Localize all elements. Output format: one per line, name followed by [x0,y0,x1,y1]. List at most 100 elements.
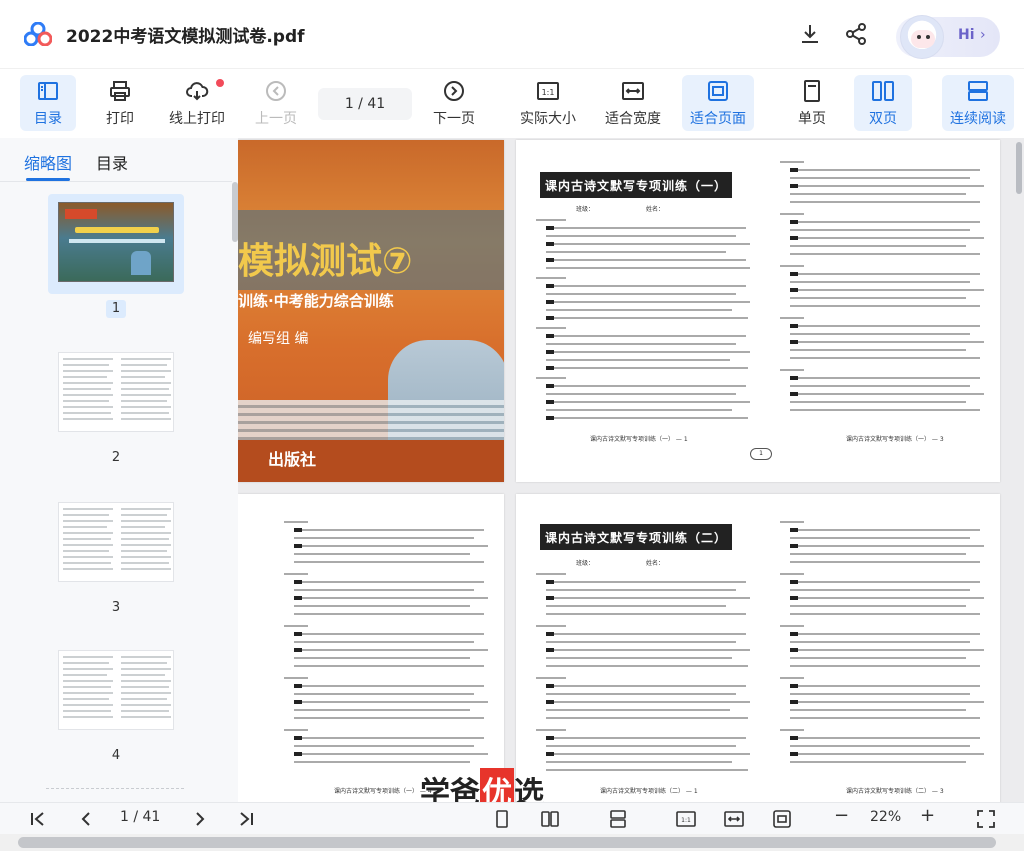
online-print-label: 线上打印 [169,111,225,127]
tab-toc[interactable]: 目录 [96,150,128,174]
thumbnail-page-3[interactable] [58,502,174,582]
worksheet-2-class-label: 班级： [576,560,595,567]
assistant-label: Hi [958,27,975,43]
thumbnail-number-1: 1 [106,300,126,318]
double-page-label: 双页 [869,111,897,127]
svg-text:1:1: 1:1 [681,817,691,824]
worksheet-page-1: 课内古诗文默写专项训练（一） 班级： 姓名： 课内古诗文默写专项训练（一） — … [516,140,1000,482]
actual-size-view-icon[interactable]: 1:1 [676,809,696,829]
prev-page-button[interactable]: 上一页 [248,75,304,131]
fit-page-view-icon[interactable] [772,809,792,829]
bottom-navigation-bar: 1 / 41 1:1 − 22% + [0,802,1024,834]
thumbnail-page-1[interactable] [58,202,174,282]
thumbnail-sidebar: 缩略图 目录 1 2 3 4 [0,138,238,802]
double-page-button[interactable]: 双页 [854,75,912,131]
last-page-icon[interactable] [236,809,256,829]
toc-label: 目录 [34,111,62,127]
worksheet-1-right-text [780,161,984,411]
tab-thumbnails[interactable]: 缩略图 [24,150,72,174]
next-page-label: 下一页 [433,111,475,127]
thumbnail-placeholder [46,788,184,802]
continuous-read-icon [968,81,988,101]
cover-subtitle: 训练·中考能力综合训练 [238,292,394,310]
next-page-button[interactable]: 下一页 [426,75,482,131]
worksheet-1-class-label: 班级： [576,206,595,213]
prev-circle-icon [266,81,286,101]
first-page-icon[interactable] [28,809,48,829]
thumbnail-number-3: 3 [111,600,121,615]
content-scrollbar[interactable] [1016,142,1022,194]
share-icon[interactable] [844,22,868,46]
fit-page-label: 适合页面 [690,111,746,127]
zoom-level[interactable]: 22% [870,809,901,825]
double-page-view-icon[interactable] [540,809,560,829]
prev-page-icon[interactable] [76,809,96,829]
worksheet-1-page-marker: 1 [750,448,772,460]
cover-publisher: 出版社 [268,450,317,469]
toolbar: 目录 打印 线上打印 上一页 下一页 1:1 实际大小 适合宽度 适合页面 单页… [0,68,1024,138]
worksheet-1-name-label: 姓名： [646,206,665,213]
document-viewport: 模拟测试⑦ 训练·中考能力综合训练 编写组 编 出版社 课内古诗文默写专项训练（… [238,138,1024,802]
fit-width-icon [622,82,644,100]
document-title: 2022中考语文模拟测试卷.pdf [66,27,305,47]
zoom-out-button[interactable]: − [834,805,849,826]
chevron-right-icon: › [980,27,986,43]
page-indicator-text: 1 / 41 [344,96,386,112]
sidebar-tabs: 缩略图 目录 [0,138,232,182]
sidebar-icon [38,82,58,100]
worksheet-1-footer: 课内古诗文默写专项训练（一） — 1 [590,436,688,443]
worksheet-2-title: 课内古诗文默写专项训练（二） [540,524,732,550]
thumbnail-number-4: 4 [111,748,121,763]
assistant-button[interactable]: Hi › [896,15,1000,59]
worksheet-2-left-text [536,573,750,771]
active-tab-indicator [26,178,70,181]
thumbnail-page-4[interactable] [58,650,174,730]
horizontal-scrollbar[interactable] [0,834,1024,851]
next-circle-icon [444,81,464,101]
thumbnail-page-2[interactable] [58,352,174,432]
cloud-print-icon [186,82,209,101]
worksheet-1-title: 课内古诗文默写专项训练（一） [540,172,732,198]
print-label: 打印 [106,111,134,127]
worksheet-2-footer-right: 课内古诗文默写专项训练（二） — 3 [846,788,944,795]
cover-title: 模拟测试⑦ [238,241,413,282]
cover-bench-image [238,400,504,440]
worksheet-left-footer: 课内古诗文默写专项训练（一） — 4 [334,788,432,795]
continuous-read-label: 连续阅读 [950,111,1006,127]
title-bar: 2022中考语文模拟测试卷.pdf Hi › [0,0,1024,68]
worksheet-page-2: 课内古诗文默写专项训练（二） 班级： 姓名： 课内古诗文默写专项训练（二） — … [516,494,1000,802]
actual-size-button[interactable]: 1:1 实际大小 [514,75,582,131]
fullscreen-icon[interactable] [976,809,996,829]
fit-page-icon [708,81,728,101]
print-button[interactable]: 打印 [92,75,148,131]
fit-page-button[interactable]: 适合页面 [682,75,754,131]
worksheet-2-footer: 课内古诗文默写专项训练（二） — 1 [600,788,698,795]
bottom-page-indicator[interactable]: 1 / 41 [120,809,160,825]
fit-width-view-icon[interactable] [724,809,744,829]
worksheet-1-footer-right: 课内古诗文默写专项训练（一） — 3 [846,436,944,443]
single-page-view-icon[interactable] [492,809,512,829]
single-page-button[interactable]: 单页 [786,75,838,131]
notification-dot [216,79,224,87]
next-page-icon[interactable] [190,809,210,829]
worksheet-left-text [284,521,488,763]
printer-icon [110,81,130,101]
continuous-view-icon[interactable] [608,809,628,829]
zoom-in-button[interactable]: + [920,805,935,826]
horizontal-scrollbar-thumb[interactable] [18,837,996,848]
download-icon[interactable] [798,22,822,46]
single-page-label: 单页 [798,111,826,127]
worksheet-2-right-text [780,521,984,763]
assistant-avatar-icon [900,15,944,59]
actual-size-icon: 1:1 [537,82,559,100]
continuous-read-button[interactable]: 连续阅读 [942,75,1014,131]
single-page-icon [804,80,820,102]
worksheet-1-left-text [536,219,750,420]
page-indicator-box[interactable]: 1 / 41 [318,88,412,120]
prev-page-label: 上一页 [255,111,297,127]
actual-size-label: 实际大小 [520,111,576,127]
fit-width-button[interactable]: 适合宽度 [600,75,666,131]
toc-button[interactable]: 目录 [20,75,76,131]
svg-text:1:1: 1:1 [542,88,555,97]
app-logo-icon [24,22,52,46]
